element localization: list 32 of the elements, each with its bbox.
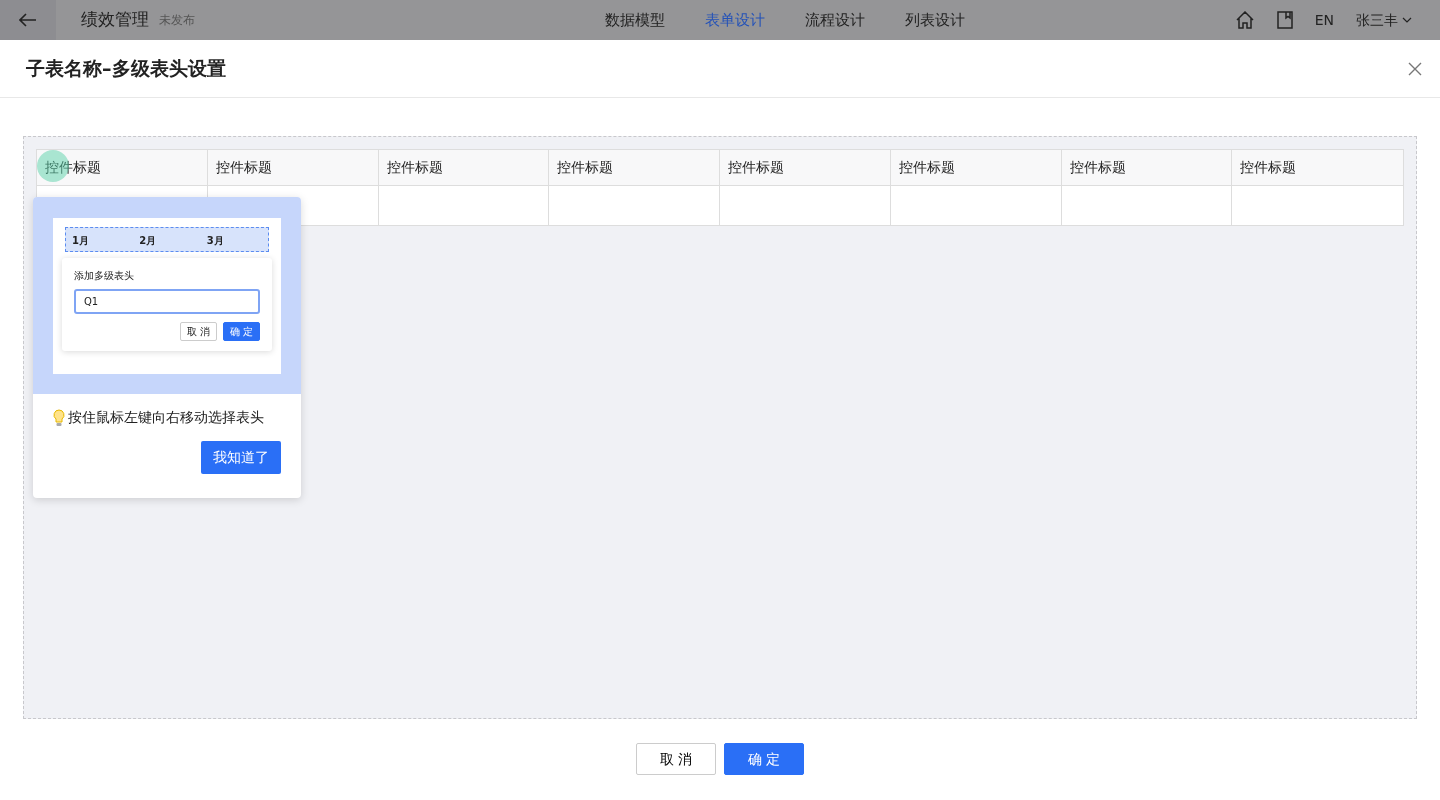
demo-popup-title: 添加多级表头 — [74, 269, 135, 283]
nav-tab[interactable]: 列表设计 — [904, 8, 965, 32]
language-label: EN — [1314, 10, 1334, 30]
cancel-button[interactable]: 取 消 — [636, 743, 716, 775]
home-icon[interactable] — [1234, 11, 1255, 29]
confirm-button[interactable]: 确 定 — [724, 743, 804, 775]
user-menu[interactable]: 张三丰 — [1356, 9, 1412, 31]
column-header: 控件标题 — [549, 150, 720, 186]
got-it-button[interactable]: 我知道了 — [201, 441, 281, 474]
app-title: 绩效管理 — [81, 8, 149, 32]
column-header: 控件标题 — [1232, 150, 1403, 186]
column-header: 控件标题 — [37, 150, 208, 186]
column-header: 控件标题 — [720, 150, 891, 186]
dialog-title: 子表名称–多级表头设置 — [26, 57, 226, 80]
demo-column-header: 3月 — [205, 234, 225, 248]
chevron-down-icon — [1402, 17, 1412, 23]
column-header: 控件标题 — [207, 150, 379, 186]
status-label: 未发布 — [159, 12, 195, 29]
column-header: 控件标题 — [378, 150, 550, 186]
demo-column-header: 1月 — [71, 234, 90, 248]
demo-column-header: 2月 — [138, 234, 158, 248]
back-arrow-icon — [19, 13, 37, 27]
back-button[interactable] — [0, 0, 56, 40]
close-icon[interactable] — [1408, 61, 1422, 76]
nav-tab[interactable]: 流程设计 — [804, 8, 865, 32]
nav-tab[interactable]: 数据模型 — [604, 8, 665, 32]
tip-text: 按住鼠标左键向右移动选择表头 — [68, 408, 264, 427]
book-icon[interactable] — [1276, 11, 1293, 29]
lightbulb-icon — [53, 408, 65, 427]
column-header: 控件标题 — [890, 150, 1062, 186]
demo-input-field: Q1 — [74, 289, 260, 314]
column-header: 控件标题 — [1061, 150, 1233, 186]
